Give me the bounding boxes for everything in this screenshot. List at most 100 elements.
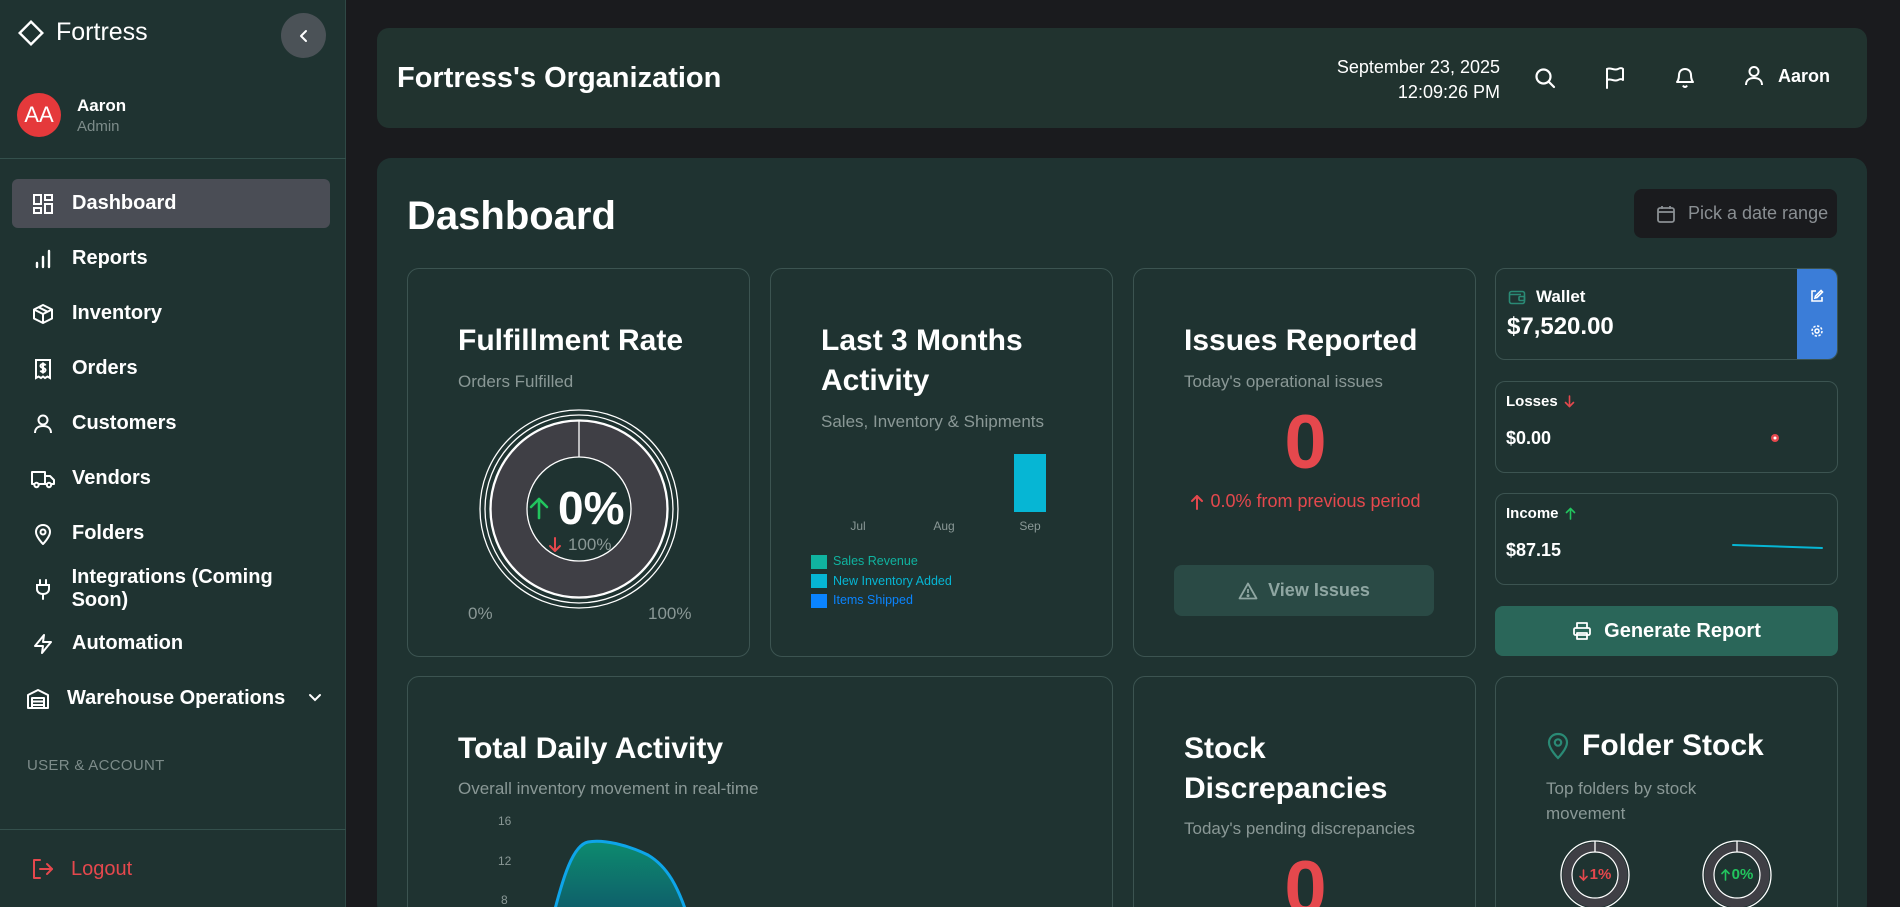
sidebar-item-automation[interactable]: Automation <box>12 619 330 668</box>
map-pin-icon <box>1547 732 1569 760</box>
diamond-logo-icon <box>18 19 44 46</box>
search-button[interactable] <box>1531 64 1559 92</box>
sidebar-item-dashboard[interactable]: Dashboard <box>12 179 330 228</box>
sidebar-item-inventory[interactable]: Inventory <box>12 289 330 338</box>
wallet-amount: $7,520.00 <box>1507 313 1614 340</box>
sidebar-item-vendors[interactable]: Vendors <box>12 454 330 503</box>
fulfillment-change-value: 100% <box>568 535 612 554</box>
bar-chart-icon <box>35 249 51 268</box>
activity-card: Last 3 Months Activity Sales, Inventory … <box>770 268 1113 657</box>
legend-swatch <box>811 554 827 569</box>
wallet-icon <box>1508 290 1526 305</box>
current-time: 12:09:26 PM <box>1397 82 1500 102</box>
user-role: Admin <box>77 117 120 135</box>
flag-icon <box>1606 67 1624 89</box>
edit-icon <box>1811 289 1824 302</box>
folder-donut-value: 1% <box>1559 866 1631 883</box>
sidebar-item-label: Folders <box>72 522 145 544</box>
date-range-placeholder: Pick a date range <box>1688 203 1829 223</box>
sidebar-item-integrations[interactable]: Integrations (Coming Soon) <box>12 564 330 613</box>
losses-header: Losses <box>1506 393 1575 410</box>
card-subtitle: movement <box>1546 804 1626 823</box>
generate-report-button[interactable]: Generate Report <box>1495 606 1838 656</box>
arrow-up-icon <box>1565 507 1575 520</box>
folder-stock-card: Folder Stock Top folders by stock moveme… <box>1495 676 1838 907</box>
user-icon <box>1745 66 1763 86</box>
logout-label: Logout <box>71 857 133 880</box>
issues-card: Issues Reported Today's operational issu… <box>1133 268 1476 657</box>
fulfillment-value: 0% <box>558 482 625 534</box>
avatar: AA <box>17 93 61 137</box>
page-title: Dashboard <box>407 194 616 238</box>
card-title: Fulfillment Rate <box>458 324 684 357</box>
losses-card: Losses $0.00 <box>1495 381 1838 473</box>
sidebar-item-label: Vendors <box>72 467 151 489</box>
card-title: Activity <box>821 364 930 397</box>
card-title: Last 3 Months <box>821 324 1023 357</box>
legend-label: Sales Revenue <box>833 554 918 568</box>
gauge-max-label: 100% <box>648 604 692 623</box>
map-pin-icon <box>34 523 52 545</box>
lightning-icon <box>34 633 52 654</box>
arrow-up-icon <box>1720 868 1730 881</box>
legend-item: Items Shipped <box>811 591 952 611</box>
sidebar-item-folders[interactable]: Folders <box>12 509 330 558</box>
search-icon <box>1535 68 1556 89</box>
logout-button[interactable]: Logout <box>31 857 132 881</box>
income-card: Income $87.15 <box>1495 493 1838 585</box>
top-header: Fortress's Organization September 23, 20… <box>377 28 1867 128</box>
bar-sep-new-inventory-added <box>1014 454 1046 512</box>
sidebar-item-customers[interactable]: Customers <box>12 399 330 448</box>
card-subtitle: Today's operational issues <box>1184 372 1383 391</box>
folder-donut-value: 0% <box>1701 866 1773 883</box>
legend-label: Items Shipped <box>833 593 913 607</box>
sidebar-item-reports[interactable]: Reports <box>12 234 330 283</box>
folder-donut-label: 1% <box>1589 866 1612 883</box>
legend-swatch <box>811 593 827 608</box>
sidebar-user[interactable]: AA Aaron Admin <box>17 93 126 137</box>
header-user-menu[interactable]: Aaron <box>1742 64 1830 88</box>
x-tick-label: Aug <box>933 519 954 533</box>
arrow-down-icon <box>1564 395 1575 408</box>
legend-item: Sales Revenue <box>811 552 952 572</box>
folder-stock-header: Folder Stock <box>1546 729 1764 763</box>
receipt-dollar-icon <box>35 358 51 380</box>
daily-activity-card: Total Daily Activity Overall inventory m… <box>407 676 1113 907</box>
collapse-sidebar-button[interactable] <box>281 13 326 58</box>
edit-wallet-button[interactable] <box>1810 289 1824 308</box>
arrow-down-icon <box>549 537 561 552</box>
arrow-up-icon <box>1191 494 1204 510</box>
income-header: Income <box>1506 505 1576 522</box>
date-range-picker[interactable]: Pick a date range <box>1634 189 1837 238</box>
arrow-up-icon <box>529 497 549 520</box>
header-user-name: Aaron <box>1778 65 1831 86</box>
wallet-actions <box>1797 269 1837 359</box>
folder-donut: 0% <box>1701 839 1773 907</box>
daily-area-chart <box>554 839 687 907</box>
flag-button[interactable] <box>1601 64 1629 92</box>
card-title: Stock <box>1184 732 1266 765</box>
chevron-down-icon <box>309 694 321 702</box>
divider <box>0 158 346 159</box>
income-label: Income <box>1506 505 1559 522</box>
package-icon <box>33 303 53 324</box>
user-name: Aaron <box>77 95 127 115</box>
brand[interactable]: Fortress <box>18 18 148 47</box>
income-sparkline <box>1732 544 1823 549</box>
stock-discrepancies-card: Stock Discrepancies Today's pending disc… <box>1133 676 1476 907</box>
arrow-down-icon <box>1578 868 1588 881</box>
divider <box>0 829 346 830</box>
wallet-label: Wallet <box>1536 287 1586 306</box>
generate-report-label: Generate Report <box>1604 619 1761 642</box>
sidebar-item-orders[interactable]: Orders <box>12 344 330 393</box>
wallet-settings-button[interactable] <box>1810 324 1824 343</box>
sidebar-item-warehouse-operations[interactable]: Warehouse Operations <box>12 674 330 723</box>
notifications-button[interactable] <box>1671 64 1699 92</box>
bell-icon <box>1676 68 1694 88</box>
card-subtitle: Orders Fulfilled <box>458 372 574 391</box>
income-amount: $87.15 <box>1506 540 1562 560</box>
calendar-icon <box>1657 205 1675 223</box>
sidebar-nav: Dashboard Reports Inventory Orders Custo… <box>12 179 330 729</box>
card-subtitle: Top folders by stock <box>1546 779 1697 798</box>
view-issues-button[interactable]: View Issues <box>1174 565 1434 616</box>
